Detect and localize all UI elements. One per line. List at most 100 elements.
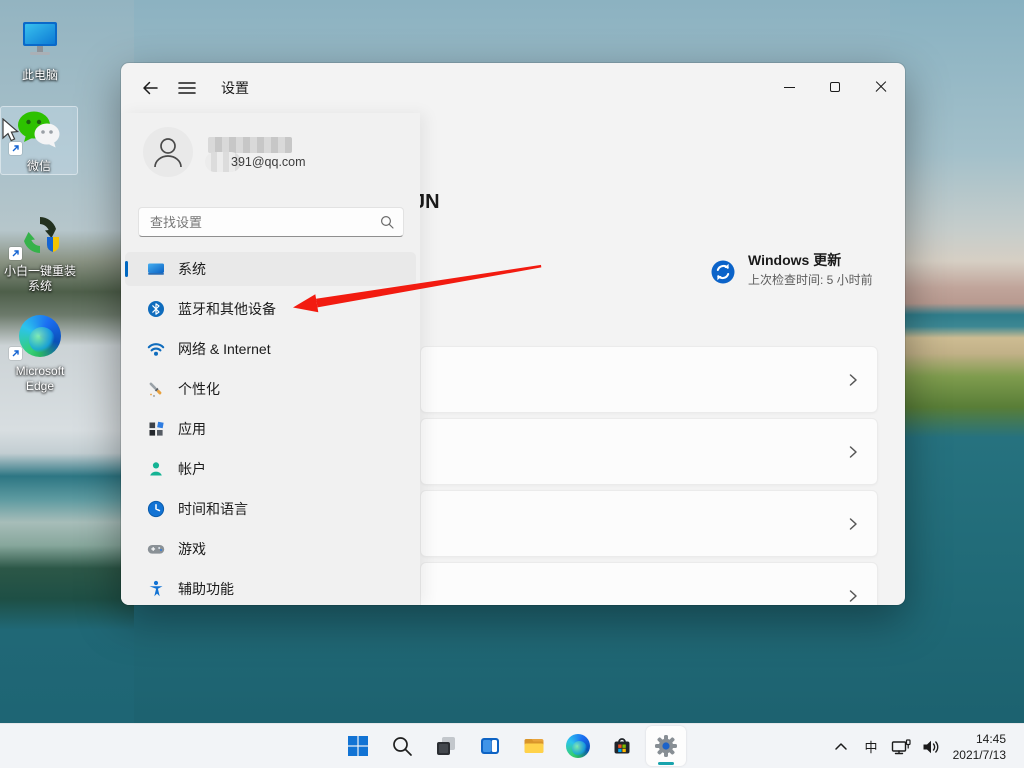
selected-indicator [125, 261, 128, 277]
nav-item-system[interactable]: 系统 [125, 252, 416, 286]
desktop-icon-label-line1: Microsoft [15, 364, 65, 378]
desktop-icon-label-line1: 小白一键重装 [3, 264, 76, 278]
search-icon [380, 215, 394, 234]
nav-item-network-internet[interactable]: 网络 & Internet [125, 332, 416, 366]
desktop-icon-xiaobai-reinstall[interactable]: 小白一键重装 系统 [1, 212, 79, 294]
settings-gear-icon [655, 735, 677, 757]
shortcut-arrow-icon [9, 247, 22, 260]
taskbar-clock[interactable]: 14:45 2021/7/13 [946, 731, 1024, 763]
task-view-icon [437, 737, 455, 755]
nav-item-gaming[interactable]: 游戏 [125, 532, 416, 566]
nav-item-label: 应用 [178, 421, 206, 437]
apps-icon [147, 420, 165, 438]
widgets-button[interactable] [470, 726, 510, 766]
clock-date: 2021/7/13 [952, 747, 1006, 762]
chevron-up-icon [835, 742, 847, 750]
back-button[interactable] [137, 76, 163, 100]
network-tray-button[interactable] [886, 724, 916, 768]
mouse-cursor-icon [0, 117, 20, 149]
system-tray: 中 14:45 2021/7/13 [826, 724, 1024, 768]
taskbar: 中 14:45 2021/7/13 [0, 723, 1024, 768]
start-button[interactable] [338, 726, 378, 766]
clock-time: 14:45 [975, 731, 1006, 746]
wifi-icon [147, 340, 165, 358]
settings-row[interactable] [420, 562, 878, 605]
windows-update-title: Windows 更新 [748, 252, 842, 268]
system-icon [147, 260, 165, 278]
taskbar-search-button[interactable] [382, 726, 422, 766]
close-button[interactable] [858, 69, 904, 105]
volume-tray-button[interactable] [916, 724, 946, 768]
window-title: 设置 [221, 80, 249, 96]
nav-item-apps[interactable]: 应用 [125, 412, 416, 446]
settings-search [138, 207, 404, 237]
minimize-icon [783, 86, 795, 88]
settings-row[interactable] [420, 418, 878, 485]
settings-row[interactable] [420, 490, 878, 557]
settings-row[interactable] [420, 346, 878, 413]
shortcut-arrow-icon [9, 347, 22, 360]
desktop: 此电脑 微信 小白一键重装 系统 Microsoft Edge 设置 JN Wi… [0, 0, 1024, 768]
nav-item-label: 帐户 [178, 461, 206, 477]
nav-item-accessibility[interactable]: 辅助功能 [125, 572, 416, 605]
chevron-right-icon [849, 589, 857, 602]
bluetooth-icon [147, 300, 165, 318]
nav-list: 系统 蓝牙和其他设备 网络 & Internet 个性化 应用 帐户 时间和语言… [125, 252, 416, 605]
minimize-button[interactable] [766, 69, 812, 105]
personalization-brush-icon [147, 380, 165, 398]
edge-icon [566, 734, 590, 758]
avatar[interactable] [143, 127, 193, 177]
titlebar[interactable]: 设置 [121, 63, 905, 113]
desktop-icon-edge[interactable]: Microsoft Edge [1, 312, 79, 394]
nav-item-label: 网络 & Internet [178, 341, 271, 357]
search-icon [393, 737, 412, 756]
settings-nav-pane: 391@qq.com 系统 [121, 113, 420, 605]
desktop-icon-label: 微信 [26, 159, 51, 173]
desktop-icon-this-pc[interactable]: 此电脑 [1, 16, 79, 83]
desktop-icon-label-line2: 系统 [27, 279, 52, 293]
nav-item-label: 时间和语言 [178, 501, 248, 517]
maximize-button[interactable] [812, 69, 858, 105]
nav-item-label: 辅助功能 [178, 581, 234, 597]
account-email: 391@qq.com [231, 155, 306, 169]
taskbar-center-icons [338, 726, 686, 766]
nav-item-accounts[interactable]: 帐户 [125, 452, 416, 486]
menu-button[interactable] [174, 76, 200, 100]
search-input[interactable] [138, 207, 404, 237]
gamepad-icon [147, 540, 165, 558]
active-app-indicator [658, 762, 674, 765]
file-explorer-icon [524, 739, 544, 753]
settings-taskbar-button[interactable] [646, 726, 686, 766]
accounts-icon [147, 460, 165, 478]
file-explorer-button[interactable] [514, 726, 554, 766]
accessibility-icon [147, 580, 165, 598]
close-icon [875, 81, 887, 93]
nav-item-label: 蓝牙和其他设备 [178, 301, 276, 317]
ethernet-icon [891, 738, 911, 754]
settings-window: 设置 JN Windows 更新 上次检查时间: 5 小时前 391@qq.co… [121, 63, 905, 605]
nav-item-bluetooth-devices[interactable]: 蓝牙和其他设备 [125, 292, 416, 326]
desktop-icon-label: 此电脑 [21, 68, 58, 82]
ime-indicator[interactable]: 中 [856, 724, 886, 768]
maximize-icon [830, 82, 840, 92]
volume-icon [923, 740, 939, 753]
account-name-redacted [208, 137, 292, 153]
chevron-right-icon [849, 445, 857, 458]
desktop-icon-label-line2: Edge [25, 379, 55, 393]
nav-item-personalization[interactable]: 个性化 [125, 372, 416, 406]
tray-chevron-up-button[interactable] [826, 724, 856, 768]
chevron-right-icon [849, 517, 857, 530]
edge-taskbar-button[interactable] [558, 726, 598, 766]
clock-icon [147, 500, 165, 518]
start-icon [348, 736, 368, 756]
chevron-right-icon [849, 373, 857, 386]
edge-icon [1, 312, 79, 360]
this-pc-icon [1, 16, 79, 64]
nav-item-time-language[interactable]: 时间和语言 [125, 492, 416, 526]
task-view-button[interactable] [426, 726, 466, 766]
nav-item-label: 系统 [178, 261, 206, 277]
store-button[interactable] [602, 726, 642, 766]
nav-item-label: 游戏 [178, 541, 206, 557]
xiaobai-reinstall-icon [1, 212, 79, 260]
store-icon [614, 738, 630, 754]
